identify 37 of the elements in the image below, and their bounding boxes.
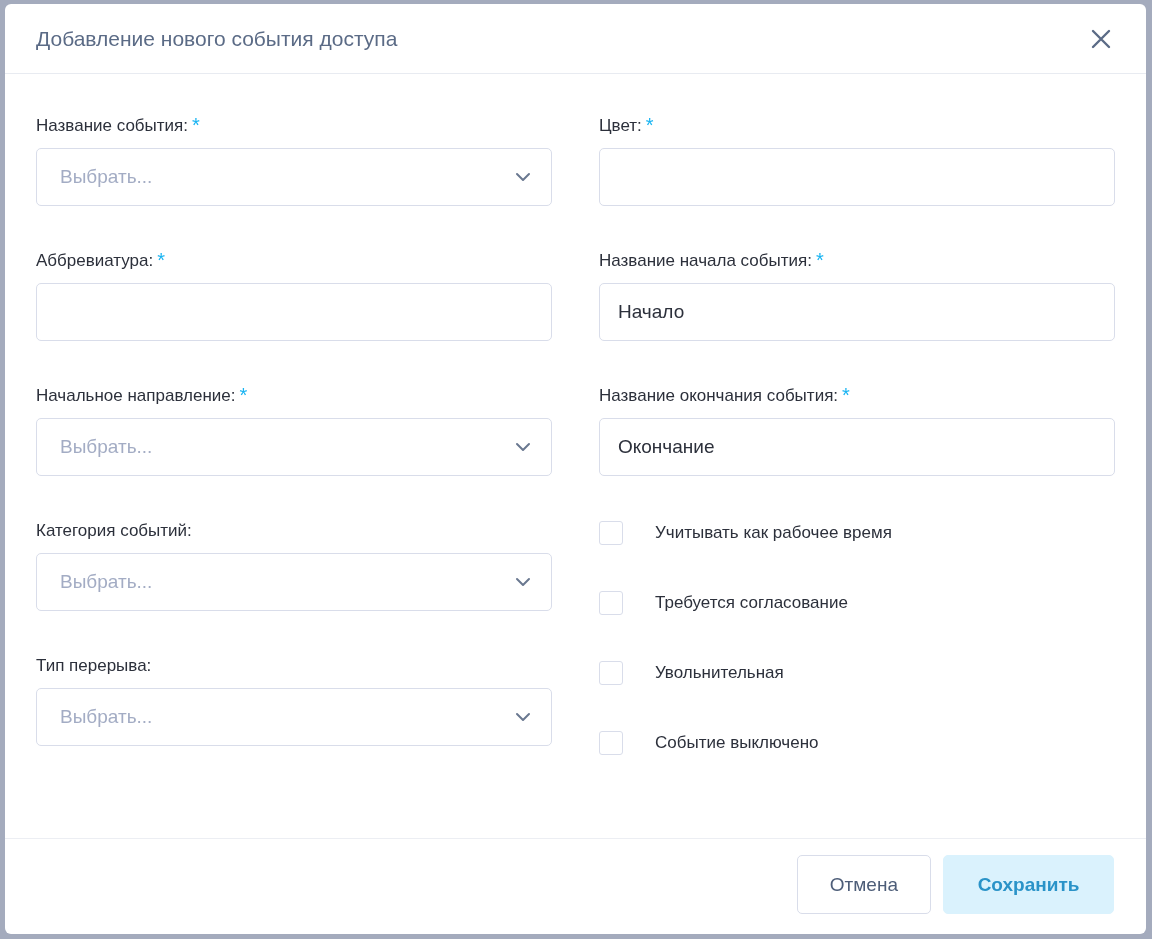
field-label: Название начала события: [599,250,812,272]
field-label: Название окончания события: [599,385,839,407]
select-field[interactable]: Выбрать... [36,418,552,476]
checkbox[interactable] [599,731,623,755]
input-field[interactable]: Начало [599,283,1115,341]
required-mark: * [645,114,654,137]
cancel-button[interactable]: Отмена [796,855,931,914]
required-mark: * [192,114,200,137]
required-mark: * [842,384,850,407]
field-label: Цвет: [599,115,642,137]
checkbox[interactable] [599,591,623,615]
checkbox[interactable] [599,661,623,685]
chevron-down-icon [515,172,531,182]
required-mark: * [815,249,824,272]
required-mark: * [239,384,248,407]
close-icon [1091,28,1111,49]
checkbox-label: Требуется согласование [655,593,848,613]
field-label: Тип перерыва: [36,655,152,677]
field-label: Категория событий: [36,520,192,542]
field-label: Название события: [36,115,188,137]
select-field[interactable]: Выбрать... [36,688,552,746]
select-field[interactable]: Выбрать... [36,148,552,206]
checkbox-label: Увольнительная [655,663,784,683]
field-label: Аббревиатура: [36,250,154,272]
input-field[interactable]: Окончание [599,418,1115,476]
select-field[interactable]: Выбрать... [36,553,552,611]
dialog-title: Добавление нового события доступа [36,26,398,51]
field-label: Начальное направление: [36,385,236,407]
input-field[interactable] [599,148,1115,206]
checkbox[interactable] [599,521,623,545]
chevron-down-icon [515,712,531,722]
input-field[interactable] [36,283,552,341]
chevron-down-icon [515,442,531,452]
chevron-down-icon [515,577,531,587]
checkbox-label: Событие выключено [655,733,819,753]
required-mark: * [157,249,166,272]
checkbox-label: Учитывать как рабочее время [655,523,892,543]
